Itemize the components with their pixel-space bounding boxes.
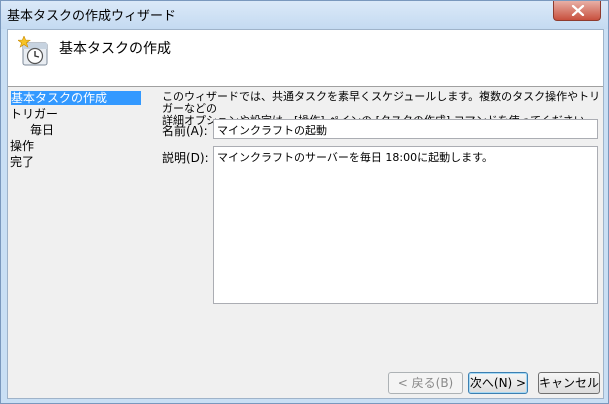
name-input[interactable]: マインクラフトの起動 (213, 119, 598, 139)
step-finish: 完了 (10, 155, 35, 169)
back-button[interactable]: < 戻る(B) (388, 372, 463, 394)
description-line-1: このウィザードでは、共通タスクを素早くスケジュールします。複数のタスク操作やトリ… (162, 90, 601, 115)
step-create-basic-task: 基本タスクの作成 (11, 91, 141, 105)
wizard-client: 基本タスクの作成 基本タスクの作成 トリガー 毎日 操作 完了 このウィザードで… (7, 29, 604, 399)
task-clock-icon (17, 35, 52, 68)
close-icon (571, 5, 585, 16)
window-title: 基本タスクの作成ウィザード (7, 9, 177, 24)
wizard-body: 基本タスクの作成 トリガー 毎日 操作 完了 このウィザードでは、共通タスクを素… (8, 87, 603, 398)
description-textarea[interactable]: マインクラフトのサーバーを毎日 18:00に起動します。 (213, 146, 598, 304)
wizard-header: 基本タスクの作成 (8, 30, 603, 86)
next-button[interactable]: 次へ(N) > (468, 372, 528, 394)
step-daily: 毎日 (30, 123, 55, 137)
title-bar[interactable]: 基本タスクの作成ウィザード (1, 1, 608, 29)
step-trigger: トリガー (10, 107, 59, 121)
name-label: 名前(A): (162, 124, 208, 138)
step-list: 基本タスクの作成 トリガー 毎日 操作 完了 (8, 87, 146, 398)
cancel-button[interactable]: キャンセル (538, 372, 600, 394)
step-action: 操作 (10, 139, 35, 153)
wizard-window: 基本タスクの作成ウィザード 基本タスクの作成 基本タスクの作成 トリガー 毎日 … (0, 0, 609, 404)
description-label: 説明(D): (162, 151, 209, 165)
close-button[interactable] (553, 1, 601, 21)
header-title: 基本タスクの作成 (59, 41, 171, 57)
